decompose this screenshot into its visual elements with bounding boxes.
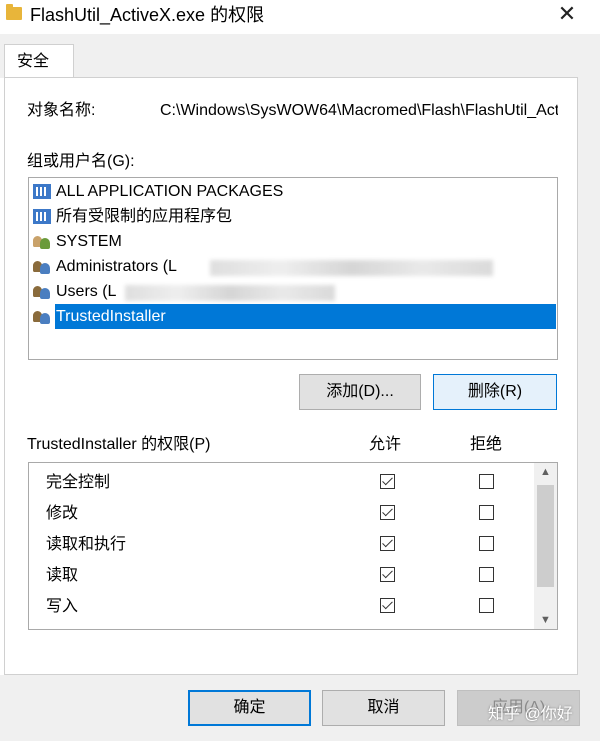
users-list[interactable]: ALL APPLICATION PACKAGES 所有受限制的应用程序包 SYS… (28, 177, 558, 360)
user-group-icon (33, 309, 51, 324)
table-row: 修改 (29, 499, 534, 530)
permissions-list[interactable]: 完全控制 修改 读取和执行 读取 写入 ▲ ▼ (28, 462, 558, 630)
allow-checkbox[interactable] (380, 536, 395, 551)
deny-checkbox[interactable] (479, 536, 494, 551)
object-name-label: 对象名称: (27, 102, 96, 119)
permission-label: 修改 (46, 505, 79, 522)
table-row: 完全控制 (29, 468, 534, 499)
deny-checkbox[interactable] (479, 629, 494, 630)
allow-checkbox[interactable] (380, 598, 395, 613)
title-bar: FlashUtil_ActiveX.exe 的权限 ✕ (0, 0, 600, 34)
table-row: 读取和执行 (29, 530, 534, 561)
app-package-icon (33, 209, 51, 224)
user-label: Users (L (56, 283, 117, 300)
allow-checkbox[interactable] (380, 474, 395, 489)
scroll-thumb[interactable] (537, 485, 554, 587)
users-list-label: 组或用户名(G): (27, 153, 135, 170)
deny-checkbox[interactable] (479, 598, 494, 613)
permission-label: 完全控制 (46, 474, 111, 491)
list-item[interactable]: Administrators (L (30, 254, 557, 279)
user-group-icon (33, 234, 51, 249)
add-button[interactable]: 添加(D)... (299, 374, 421, 410)
user-label: ALL APPLICATION PACKAGES (56, 183, 284, 200)
scroll-down-icon[interactable]: ▼ (534, 611, 557, 629)
list-item[interactable]: 所有受限制的应用程序包 (30, 204, 557, 229)
allow-checkbox[interactable] (380, 629, 395, 630)
permission-label: 读取和执行 (46, 536, 127, 553)
user-label: 所有受限制的应用程序包 (56, 208, 233, 225)
permissions-label: TrustedInstaller 的权限(P) (27, 436, 211, 453)
deny-checkbox[interactable] (479, 567, 494, 582)
allow-checkbox[interactable] (380, 505, 395, 520)
cancel-button[interactable]: 取消 (322, 690, 445, 726)
table-row: 读取 (29, 561, 534, 592)
tab-security[interactable]: 安全 (4, 44, 74, 80)
object-name-value: C:\Windows\SysWOW64\Macromed\Flash\Flash… (160, 102, 558, 119)
folder-icon (6, 4, 22, 20)
redaction-blur (125, 285, 335, 301)
list-item[interactable]: ALL APPLICATION PACKAGES (30, 179, 557, 204)
list-item[interactable]: SYSTEM (30, 229, 557, 254)
user-group-icon (33, 259, 51, 274)
allow-checkbox[interactable] (380, 567, 395, 582)
watermark: 知乎 @你好 (488, 706, 573, 723)
user-label: Administrators (L (56, 258, 177, 275)
tab-strip: 安全 (0, 34, 600, 80)
scroll-up-icon[interactable]: ▲ (534, 463, 557, 481)
permissions-scrollbar[interactable]: ▲ ▼ (534, 463, 557, 629)
table-row-partial (29, 623, 534, 630)
allow-column-header: 允许 (369, 436, 402, 453)
dialog-background (578, 77, 600, 697)
user-label: TrustedInstaller (55, 304, 556, 329)
table-row: 写入 (29, 592, 534, 623)
redaction-blur (210, 260, 493, 276)
permission-label: 读取 (46, 567, 79, 584)
close-button[interactable]: ✕ (550, 0, 584, 30)
deny-checkbox[interactable] (479, 505, 494, 520)
deny-column-header: 拒绝 (470, 436, 503, 453)
list-item-selected[interactable]: TrustedInstaller (30, 304, 557, 329)
user-group-icon (33, 284, 51, 299)
permission-label: 写入 (46, 598, 79, 615)
ok-button[interactable]: 确定 (188, 690, 311, 726)
deny-checkbox[interactable] (479, 474, 494, 489)
window-title: FlashUtil_ActiveX.exe 的权限 (30, 5, 265, 25)
user-label: SYSTEM (56, 233, 122, 250)
remove-button[interactable]: 删除(R) (433, 374, 557, 410)
list-item[interactable]: Users (L (30, 279, 557, 304)
app-package-icon (33, 184, 51, 199)
